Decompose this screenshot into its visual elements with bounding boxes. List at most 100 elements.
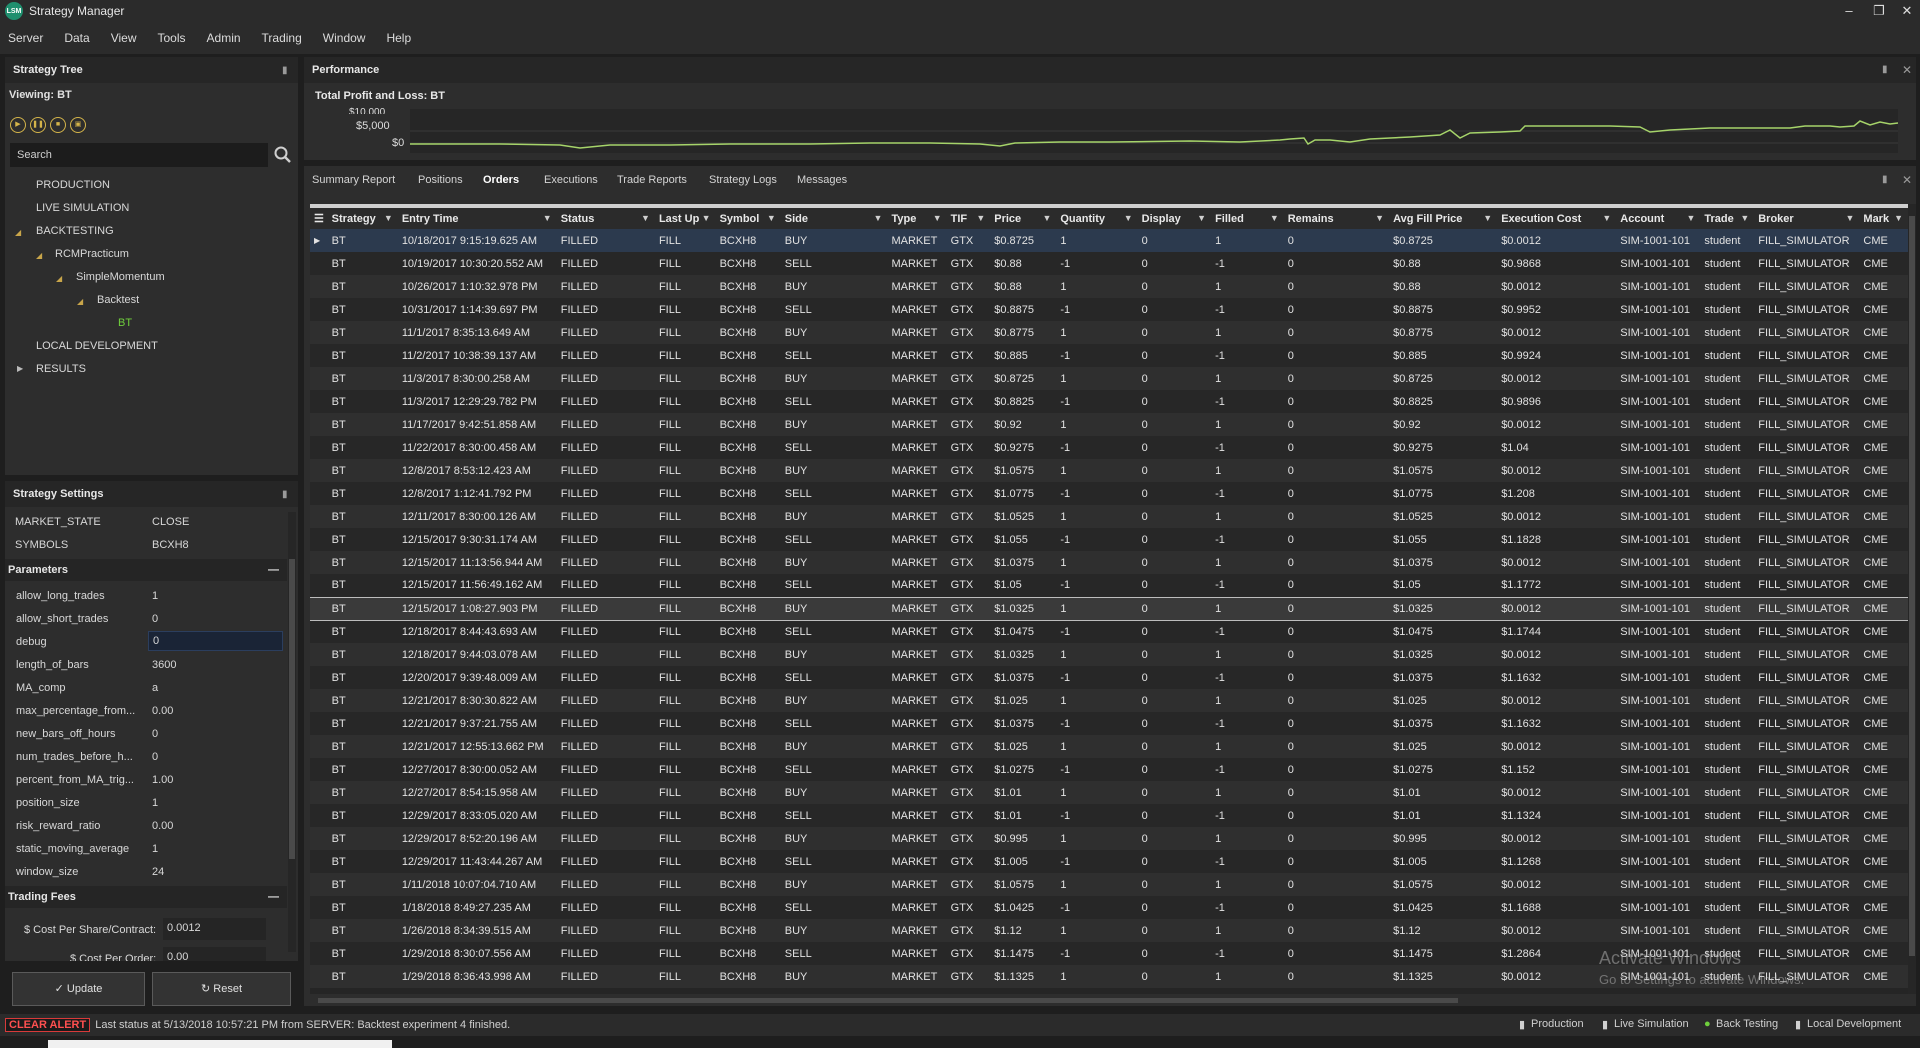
row-indicator[interactable]	[310, 758, 328, 781]
param-value[interactable]: a	[152, 682, 158, 694]
table-row[interactable]: BT 12/8/2017 8:53:12.423 AM FILLED FILL BCXH…	[310, 459, 1908, 482]
row-indicator[interactable]	[310, 804, 328, 827]
menu-tools[interactable]: Tools	[158, 31, 186, 45]
row-indicator[interactable]	[310, 482, 328, 505]
menu-server[interactable]: Server	[8, 31, 43, 45]
filter-icon[interactable]: ▼	[1845, 213, 1854, 223]
tree-item-backtesting[interactable]: BACKTESTING	[36, 225, 114, 237]
pin-icon[interactable]: ▮	[282, 489, 288, 500]
tab-orders[interactable]: Orders	[483, 174, 519, 186]
mode-live-simulation[interactable]: Live Simulation	[1614, 1018, 1689, 1030]
param-value[interactable]: 0	[152, 751, 158, 763]
row-indicator[interactable]	[310, 596, 328, 621]
row-indicator[interactable]	[310, 965, 328, 988]
filter-icon[interactable]: ▼	[1042, 213, 1051, 223]
row-indicator[interactable]	[310, 643, 328, 666]
row-indicator[interactable]	[310, 367, 328, 390]
tree-item-production[interactable]: PRODUCTION	[36, 179, 110, 191]
menu-window[interactable]: Window	[323, 31, 366, 45]
table-row[interactable]: BT 1/11/2018 10:07:04.710 AM FILLED FILL BCX…	[310, 873, 1908, 896]
close-icon[interactable]: ✕	[1896, 2, 1918, 20]
row-indicator[interactable]	[310, 735, 328, 758]
minimize-icon[interactable]: –	[1838, 2, 1860, 20]
column-header-quantity[interactable]: Quantity ▼	[1056, 204, 1138, 229]
row-indicator[interactable]	[310, 528, 328, 551]
setting-value[interactable]: BCXH8	[152, 539, 189, 551]
row-indicator[interactable]	[310, 574, 328, 597]
row-indicator[interactable]	[310, 436, 328, 459]
table-row[interactable]: BT 12/20/2017 9:39:48.009 AM FILLED FILL BCX…	[310, 666, 1908, 689]
table-row[interactable]: BT 10/31/2017 1:14:39.697 PM FILLED FILL BCX…	[310, 298, 1908, 321]
pin-icon[interactable]: ▮	[282, 65, 288, 76]
table-row[interactable]: BT 1/26/2018 8:34:39.515 AM FILLED FILL BCXH…	[310, 919, 1908, 942]
cost-per-order-input[interactable]: 0.00	[163, 947, 266, 961]
row-indicator[interactable]	[310, 873, 328, 896]
expanded-arrow-icon[interactable]: ◢	[77, 297, 83, 306]
tree-item-local-development[interactable]: LOCAL DEVELOPMENT	[36, 340, 158, 352]
close-icon[interactable]: ✕	[1902, 63, 1912, 77]
collapsed-arrow-icon[interactable]: ▶	[17, 364, 23, 373]
table-row[interactable]: BT 12/27/2017 8:54:15.958 AM FILLED FILL BCX…	[310, 781, 1908, 804]
row-indicator[interactable]	[310, 850, 328, 873]
tab-summary-report[interactable]: Summary Report	[312, 174, 395, 186]
row-indicator[interactable]	[310, 896, 328, 919]
row-indicator[interactable]	[310, 321, 328, 344]
column-header-price[interactable]: Price ▼	[990, 204, 1057, 229]
filter-icon[interactable]: ▼	[1270, 213, 1279, 223]
cost-per-share-input[interactable]: 0.0012	[163, 918, 266, 940]
column-header-display[interactable]: Display ▼	[1137, 204, 1212, 229]
row-indicator[interactable]	[310, 919, 328, 942]
mode-local-development[interactable]: Local Development	[1807, 1018, 1901, 1030]
row-indicator[interactable]	[310, 413, 328, 436]
row-indicator[interactable]	[310, 252, 328, 275]
parameters-section[interactable]: Parameters —	[5, 559, 287, 581]
tab-executions[interactable]: Executions	[544, 174, 598, 186]
filter-icon[interactable]: ▼	[874, 213, 883, 223]
row-indicator[interactable]	[310, 390, 328, 413]
param-value[interactable]: 0	[152, 728, 158, 740]
menu-trading[interactable]: Trading	[262, 31, 302, 45]
tab-messages[interactable]: Messages	[797, 174, 847, 186]
row-indicator[interactable]	[310, 781, 328, 804]
column-header-avg-fill-price[interactable]: Avg Fill Price ▼	[1389, 204, 1498, 229]
table-row[interactable]: BT 1/18/2018 8:49:27.235 AM FILLED FILL BCXH…	[310, 896, 1908, 919]
filter-icon[interactable]: ▼	[1602, 213, 1611, 223]
table-row[interactable]: BT 12/11/2017 8:30:00.126 AM FILLED FILL BCX…	[310, 505, 1908, 528]
menu-view[interactable]: View	[111, 31, 137, 45]
search-icon[interactable]	[273, 145, 293, 165]
row-indicator[interactable]	[310, 275, 328, 298]
row-indicator[interactable]	[310, 712, 328, 735]
pin-icon[interactable]: ▮	[1882, 174, 1888, 185]
search-input[interactable]: Search	[10, 143, 268, 167]
update-button[interactable]: ✓ Update	[12, 972, 145, 1006]
param-value[interactable]: 1	[152, 797, 158, 809]
expanded-arrow-icon[interactable]: ◢	[36, 251, 42, 260]
close-icon[interactable]: ✕	[1902, 173, 1912, 187]
restore-icon[interactable]: ❐	[1868, 2, 1890, 20]
tab-trade-reports[interactable]: Trade Reports	[617, 174, 687, 186]
table-row[interactable]: BT 12/15/2017 11:56:49.162 AM FILLED FILL BC…	[310, 574, 1908, 597]
param-value-input[interactable]: 0	[148, 631, 283, 651]
filter-icon[interactable]: ▼	[933, 213, 942, 223]
param-value[interactable]: 1	[152, 590, 158, 602]
filter-icon[interactable]: ▼	[641, 213, 650, 223]
setting-value[interactable]: CLOSE	[152, 516, 189, 528]
row-indicator[interactable]	[310, 459, 328, 482]
menu-data[interactable]: Data	[64, 31, 89, 45]
row-indicator[interactable]	[310, 505, 328, 528]
tree-item-bt[interactable]: BT	[118, 317, 132, 329]
row-indicator[interactable]	[310, 551, 328, 574]
table-row[interactable]: BT 11/3/2017 8:30:00.258 AM FILLED FILL BCXH…	[310, 367, 1908, 390]
column-header-trade[interactable]: Trade ▼	[1700, 204, 1755, 229]
row-indicator[interactable]	[310, 666, 328, 689]
mode-production[interactable]: Production	[1531, 1018, 1584, 1030]
table-row[interactable]: ▶ BT 10/18/2017 9:15:19.625 AM FILLED FILL BC…	[310, 229, 1908, 252]
tree-item-backtest[interactable]: Backtest	[97, 294, 139, 306]
filter-icon[interactable]: ▼	[1375, 213, 1384, 223]
param-value[interactable]: 3600	[152, 659, 176, 671]
table-row[interactable]: BT 12/21/2017 8:30:30.822 AM FILLED FILL BCX…	[310, 689, 1908, 712]
param-value[interactable]: 1.00	[152, 774, 173, 786]
column-header-last-up[interactable]: Last Up ▼	[654, 204, 716, 229]
lock-icon[interactable]: ▣	[70, 117, 86, 133]
filter-icon[interactable]: ▼	[702, 213, 711, 223]
